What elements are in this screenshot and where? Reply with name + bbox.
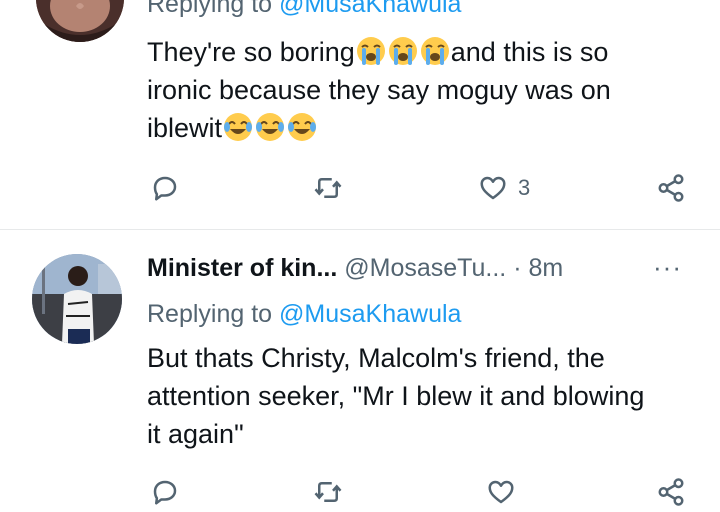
- tweet-text: But thats Christy, Malcolm's friend, the…: [147, 339, 687, 453]
- share-button[interactable]: [656, 472, 686, 512]
- reply-handle-link[interactable]: @MusaKhawula: [279, 300, 461, 328]
- face-with-tears-of-joy-emoji: [224, 113, 253, 141]
- reply-handle-link[interactable]: @MusaKhawula: [279, 0, 461, 18]
- avatar[interactable]: [32, 254, 122, 344]
- replying-to: Replying to @MusaKhawula: [147, 0, 461, 19]
- replying-to-label: Replying to: [147, 0, 273, 18]
- reply-icon: [153, 176, 177, 201]
- tweet-timestamp[interactable]: 8m: [528, 254, 563, 282]
- avatar-image: [32, 254, 122, 344]
- face-with-tears-of-joy-emoji: [288, 113, 317, 141]
- tweet-text-segment: They're so boring: [147, 37, 355, 67]
- tweet-text-segment: and this is so: [450, 37, 609, 67]
- user-handle[interactable]: @MosaseTu...: [344, 254, 506, 282]
- tweet-header: Minister of kin... @MosaseTu... · 8m: [147, 254, 563, 283]
- avatar-image: [36, 0, 124, 42]
- tweet-text-segment: ironic because they say moguy was on: [147, 75, 611, 105]
- replying-to: Replying to @MusaKhawula: [147, 300, 461, 329]
- reply-icon: [153, 480, 177, 505]
- action-bar: 3: [0, 168, 720, 208]
- tweet-text-line: But thats Christy, Malcolm's friend, the: [147, 343, 605, 373]
- loudly-crying-face-emoji: [388, 37, 417, 65]
- tweet-2[interactable]: Minister of kin... @MosaseTu... · 8m ···…: [0, 229, 720, 511]
- replying-to-label: Replying to: [147, 300, 273, 328]
- more-options-icon[interactable]: ···: [653, 252, 682, 283]
- heart-icon: [488, 480, 514, 504]
- retweet-button[interactable]: [313, 472, 343, 512]
- reply-button[interactable]: [150, 168, 180, 208]
- tweet-1[interactable]: Replying to @MusaKhawula They're so bori…: [0, 0, 720, 229]
- tweet-text-line: attention seeker, "Mr I blew it and blow…: [147, 381, 645, 411]
- separator-dot: ·: [513, 254, 522, 282]
- loudly-crying-face-emoji: [356, 37, 385, 65]
- like-button[interactable]: 3: [478, 168, 530, 208]
- display-name[interactable]: Minister of kin...: [147, 254, 337, 282]
- share-icon: [658, 174, 684, 202]
- loudly-crying-face-emoji: [420, 37, 449, 65]
- share-icon: [658, 478, 684, 506]
- retweet-icon: [314, 178, 342, 198]
- tweet-text-segment: iblewit: [147, 113, 223, 143]
- tweet-text: They're so boring and this is so ironic b…: [147, 33, 687, 147]
- face-with-tears-of-joy-emoji: [256, 113, 285, 141]
- avatar[interactable]: [36, 0, 124, 42]
- like-count: 3: [518, 175, 531, 200]
- action-bar: [0, 472, 720, 512]
- retweet-button[interactable]: [313, 168, 343, 208]
- like-button[interactable]: [486, 472, 516, 512]
- reply-button[interactable]: [150, 472, 180, 512]
- tweet-text-line: it again": [147, 419, 244, 449]
- share-button[interactable]: [656, 168, 686, 208]
- heart-icon: [480, 176, 506, 200]
- retweet-icon: [314, 482, 342, 502]
